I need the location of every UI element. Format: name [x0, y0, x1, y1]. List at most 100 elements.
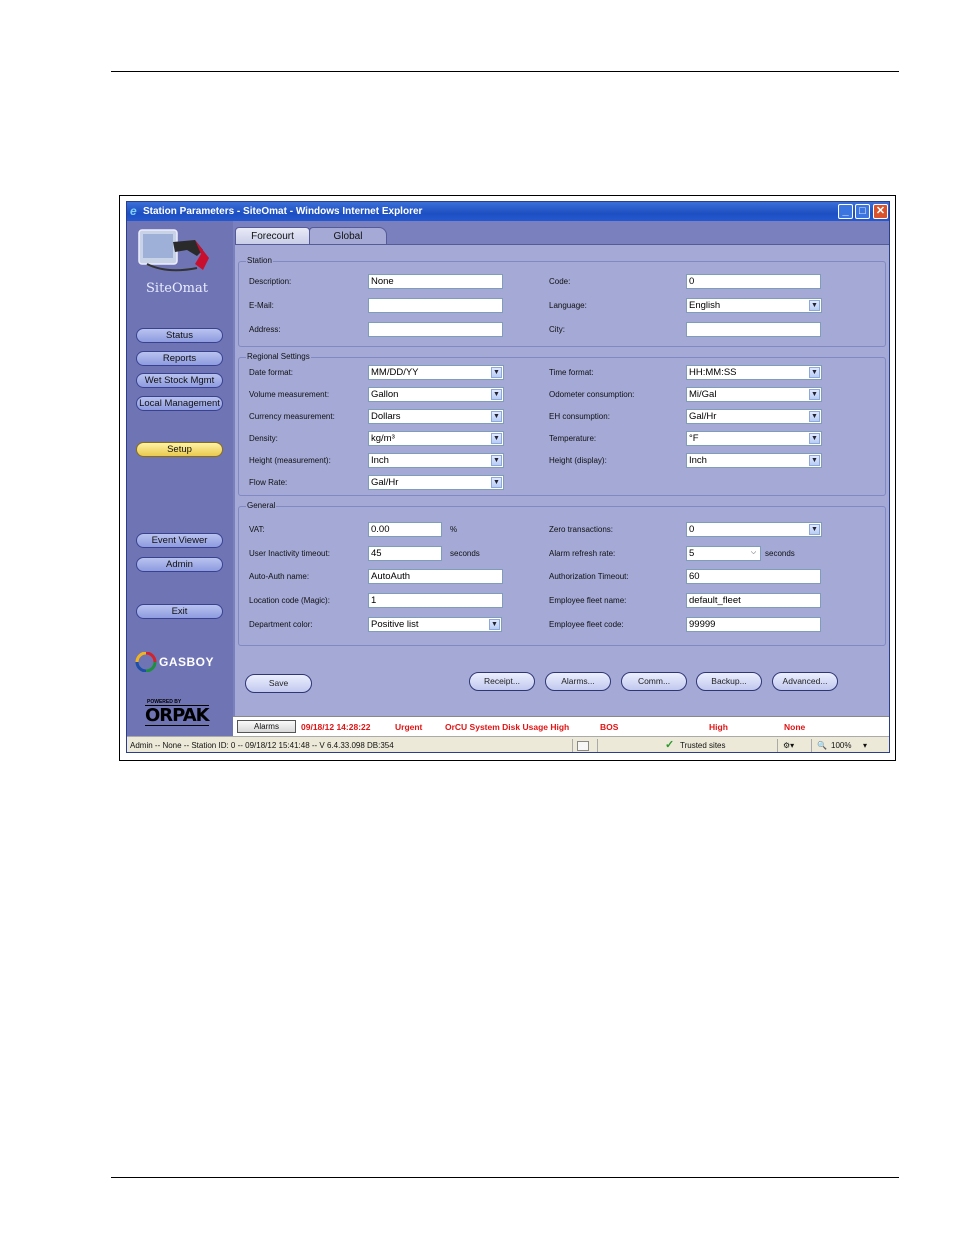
- height-measurement-label: Height (measurement):: [249, 456, 331, 465]
- siteomat-logo: SiteOmat: [146, 281, 208, 296]
- email-label: E-Mail:: [249, 301, 274, 310]
- alarms-settings-button[interactable]: Alarms...: [545, 672, 611, 691]
- location-code-label: Location code (Magic):: [249, 596, 330, 605]
- fleet-code-label: Employee fleet code:: [549, 620, 624, 629]
- density-label: Density:: [249, 434, 278, 443]
- nav-status-button[interactable]: Status: [136, 328, 223, 343]
- backup-button[interactable]: Backup...: [696, 672, 762, 691]
- nav-reports-button[interactable]: Reports: [136, 351, 223, 366]
- receipt-button[interactable]: Receipt...: [469, 672, 535, 691]
- chevron-down-icon: ▼: [491, 389, 502, 400]
- volume-value: Gallon: [371, 389, 399, 400]
- zero-transactions-label: Zero transactions:: [549, 525, 614, 534]
- maximize-button[interactable]: □: [855, 204, 870, 219]
- orpak-text: ORPAK: [145, 705, 210, 726]
- temperature-value: °F: [689, 433, 699, 444]
- alarm-message: OrCU System Disk Usage High: [445, 722, 570, 732]
- alarm-refresh-select[interactable]: 5 ⌵: [686, 546, 761, 561]
- orpak-logo: POWERED BY ORPAK: [145, 699, 215, 729]
- close-icon: ✕: [875, 205, 886, 217]
- height-measurement-value: Inch: [371, 455, 389, 466]
- save-button[interactable]: Save: [245, 674, 312, 693]
- nav-event-viewer-button[interactable]: Event Viewer: [136, 533, 223, 548]
- nav-setup-button[interactable]: Setup: [136, 442, 223, 457]
- chevron-down-icon: ▼: [489, 619, 500, 630]
- zoom-level[interactable]: 100%: [831, 737, 851, 752]
- inactivity-timeout-unit: seconds: [450, 549, 480, 558]
- currency-select[interactable]: Dollars ▼: [368, 409, 504, 424]
- description-label: Description:: [249, 277, 292, 286]
- alarm-datetime: 09/18/12 14:28:22: [301, 722, 371, 732]
- chevron-down-icon: ▼: [809, 300, 820, 311]
- alarm-device: BOS: [600, 722, 619, 732]
- date-format-select[interactable]: MM/DD/YY ▼: [368, 365, 504, 380]
- chevron-down-icon: ▼: [809, 411, 820, 422]
- auth-timeout-input[interactable]: 60: [686, 569, 821, 584]
- flow-rate-select[interactable]: Gal/Hr ▼: [368, 475, 504, 490]
- date-format-label: Date format:: [249, 368, 294, 377]
- alarms-button[interactable]: Alarms: [237, 720, 296, 733]
- currency-value: Dollars: [371, 411, 401, 422]
- advanced-button[interactable]: Advanced...: [772, 672, 838, 691]
- general-legend: General: [246, 501, 277, 511]
- nav-exit-button[interactable]: Exit: [136, 604, 223, 619]
- chevron-down-icon: ▼: [491, 455, 502, 466]
- eh-value: Gal/Hr: [689, 411, 717, 422]
- fleet-code-input[interactable]: 99999: [686, 617, 821, 632]
- chevron-down-icon: ▼: [491, 411, 502, 422]
- tab-global[interactable]: Global: [309, 227, 387, 244]
- email-input[interactable]: [368, 298, 503, 313]
- odometer-select[interactable]: Mi/Gal ▼: [686, 387, 822, 402]
- main-content: Forecourt Global Station Description: No…: [233, 221, 889, 716]
- nav-admin-button[interactable]: Admin: [136, 557, 223, 572]
- city-input[interactable]: [686, 322, 821, 337]
- zero-transactions-value: 0: [689, 524, 695, 535]
- protected-mode-icon[interactable]: ⚙▾: [783, 737, 794, 752]
- height-display-label: Height (display):: [549, 456, 607, 465]
- volume-select[interactable]: Gallon ▼: [368, 387, 504, 402]
- nav-wet-stock-button[interactable]: Wet Stock Mgmt: [136, 373, 223, 388]
- height-display-select[interactable]: Inch ▼: [686, 453, 822, 468]
- eh-select[interactable]: Gal/Hr ▼: [686, 409, 822, 424]
- comm-button[interactable]: Comm...: [621, 672, 687, 691]
- chevron-down-icon: ▼: [809, 455, 820, 466]
- fleet-name-input[interactable]: default_fleet: [686, 593, 821, 608]
- currency-label: Currency measurement:: [249, 412, 335, 421]
- tab-forecourt[interactable]: Forecourt: [235, 227, 310, 244]
- location-code-input[interactable]: 1: [368, 593, 503, 608]
- chevron-down-icon: ▼: [491, 433, 502, 444]
- security-zone: Trusted sites: [680, 741, 726, 750]
- status-bar: Admin -- None -- Station ID: 0 -- 09/18/…: [127, 736, 889, 752]
- department-color-select[interactable]: Positive list ▼: [368, 617, 502, 632]
- zero-transactions-select[interactable]: 0 ▼: [686, 522, 822, 537]
- maximize-icon: □: [859, 205, 866, 217]
- flow-rate-label: Flow Rate:: [249, 478, 288, 487]
- nav-local-management-button[interactable]: Local Management: [136, 396, 223, 411]
- temperature-label: Temperature:: [549, 434, 597, 443]
- gasboy-text: GASBOY: [159, 655, 215, 669]
- chevron-down-icon: ▼: [809, 524, 820, 535]
- code-input[interactable]: 0: [686, 274, 821, 289]
- temperature-select[interactable]: °F ▼: [686, 431, 822, 446]
- address-input[interactable]: [368, 322, 503, 337]
- vat-input[interactable]: 0.00: [368, 522, 442, 537]
- close-button[interactable]: ✕: [873, 204, 888, 219]
- zoom-dropdown-icon[interactable]: ▾: [863, 737, 867, 752]
- description-input[interactable]: None: [368, 274, 503, 289]
- station-legend: Station: [246, 256, 273, 266]
- alarm-bar: Alarms 09/18/12 14:28:22 Urgent OrCU Sys…: [233, 716, 889, 736]
- minimize-button[interactable]: _: [838, 204, 853, 219]
- address-label: Address:: [249, 325, 281, 334]
- auto-auth-input[interactable]: AutoAuth: [368, 569, 503, 584]
- density-select[interactable]: kg/m³ ▼: [368, 431, 504, 446]
- inactivity-timeout-input[interactable]: 45: [368, 546, 442, 561]
- density-value: kg/m³: [371, 433, 395, 444]
- odometer-label: Odometer consumption:: [549, 390, 635, 399]
- language-select[interactable]: English ▼: [686, 298, 822, 313]
- minimize-icon: _: [842, 205, 849, 217]
- height-measurement-select[interactable]: Inch ▼: [368, 453, 504, 468]
- inactivity-timeout-label: User Inactivity timeout:: [249, 549, 330, 558]
- chevron-down-icon: ▼: [809, 389, 820, 400]
- global-panel: Station Description: None Code: 0 E-Mail…: [235, 244, 889, 716]
- time-format-select[interactable]: HH:MM:SS ▼: [686, 365, 822, 380]
